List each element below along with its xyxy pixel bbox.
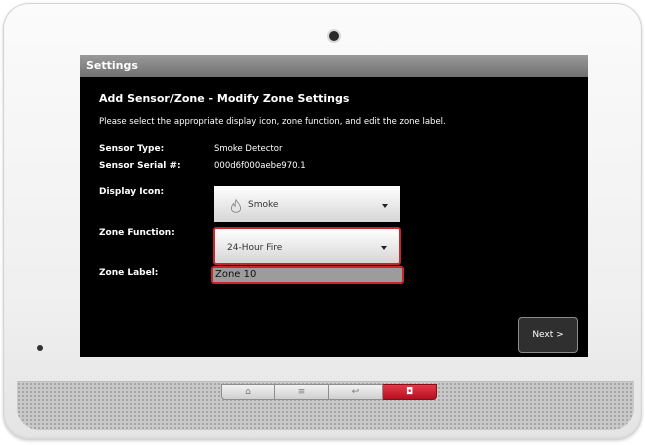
zone-function-value: 24-Hour Fire — [227, 243, 283, 253]
menu-button[interactable]: ≡ — [275, 384, 329, 400]
display-icon-dropdown[interactable]: Smoke — [214, 186, 400, 222]
back-button[interactable]: ↩ — [329, 384, 383, 400]
sensor-type-label: Sensor Type: — [99, 144, 165, 154]
sensor-serial-value: 000d6f000aebe970.1 — [214, 161, 306, 171]
page-heading: Add Sensor/Zone - Modify Zone Settings — [99, 92, 350, 105]
sensor-type-value: Smoke Detector — [214, 144, 283, 154]
status-led — [37, 345, 43, 351]
menu-icon: ≡ — [297, 386, 306, 397]
chevron-down-icon — [382, 204, 388, 208]
zone-label-label: Zone Label: — [99, 268, 159, 278]
chevron-down-icon — [381, 246, 387, 250]
display-icon-value: Smoke — [248, 200, 279, 210]
home-icon: ⌂ — [245, 386, 251, 397]
back-icon: ↩ — [351, 386, 360, 397]
hardware-button-bar: ⌂ ≡ ↩ ◘ — [221, 384, 437, 400]
zone-function-label: Zone Function: — [99, 228, 175, 238]
touchscreen-panel: Settings Add Sensor/Zone - Modify Zone S… — [3, 3, 642, 440]
alarm-icon: ◘ — [405, 386, 414, 397]
zone-label-input[interactable]: Zone 10 — [211, 266, 404, 284]
alarm-button[interactable]: ◘ — [383, 384, 437, 400]
home-button[interactable]: ⌂ — [221, 384, 275, 400]
sensor-serial-label: Sensor Serial #: — [99, 161, 181, 171]
camera-icon — [329, 31, 339, 41]
next-button[interactable]: Next > — [518, 317, 578, 353]
title-bar: Settings — [80, 55, 588, 77]
flame-icon — [230, 199, 242, 213]
screen: Settings Add Sensor/Zone - Modify Zone S… — [80, 55, 588, 357]
display-icon-label: Display Icon: — [99, 187, 165, 197]
instruction-text: Please select the appropriate display ic… — [99, 117, 446, 127]
zone-function-dropdown[interactable]: 24-Hour Fire — [213, 227, 401, 265]
